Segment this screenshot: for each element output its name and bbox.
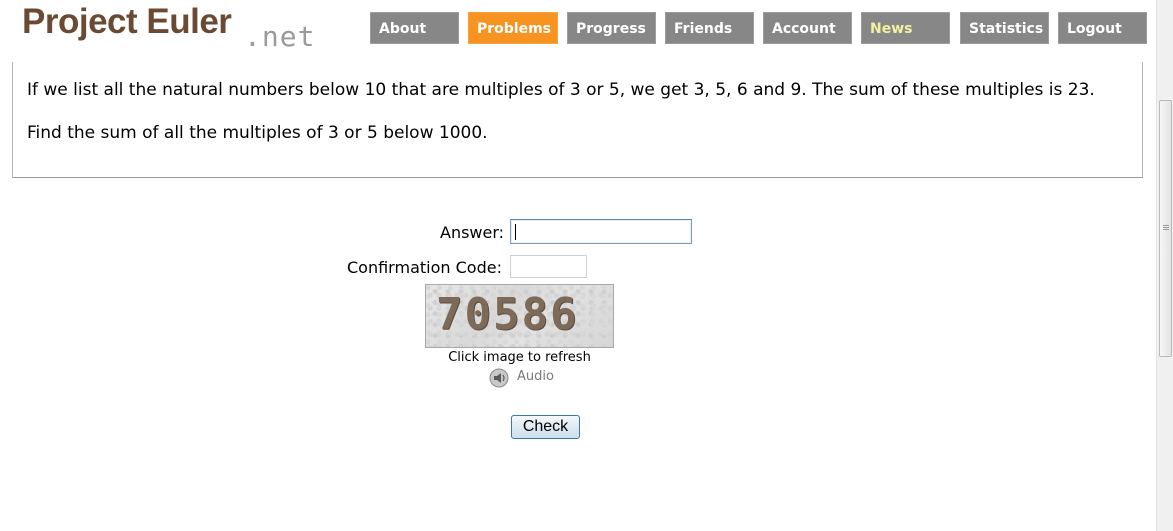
text-caret	[515, 224, 516, 240]
confirmation-code-label: Confirmation Code:	[347, 258, 502, 277]
check-button[interactable]: Check	[511, 415, 580, 439]
nav-problems[interactable]: Problems	[468, 12, 558, 44]
speaker-icon[interactable]	[488, 367, 510, 389]
vertical-scrollbar[interactable]	[1156, 0, 1173, 531]
answer-input[interactable]	[510, 219, 692, 244]
answer-label: Answer:	[440, 223, 505, 242]
nav-statistics[interactable]: Statistics	[960, 12, 1049, 44]
refresh-hint: Click image to refresh	[448, 350, 591, 365]
scrollbar-thumb[interactable]	[1159, 100, 1172, 357]
problem-content: If we list all the natural numbers below…	[12, 62, 1143, 178]
nav-news[interactable]: News	[861, 12, 950, 44]
nav-friends[interactable]: Friends	[665, 12, 754, 44]
captcha-image[interactable]: 70586	[425, 284, 614, 348]
audio-link[interactable]: Audio	[517, 369, 554, 384]
problem-paragraph-1: If we list all the natural numbers below…	[27, 80, 1095, 100]
logo-main-text: Project Euler	[22, 2, 232, 41]
problem-paragraph-2: Find the sum of all the multiples of 3 o…	[27, 123, 488, 143]
logo-sub-text: .net	[244, 20, 316, 53]
captcha-text: 70586	[436, 289, 579, 340]
nav-account[interactable]: Account	[763, 12, 852, 44]
nav-logout[interactable]: Logout	[1058, 12, 1147, 44]
site-logo[interactable]: Project Euler .net	[22, 0, 332, 53]
nav-progress[interactable]: Progress	[567, 12, 656, 44]
confirmation-code-input[interactable]	[510, 255, 587, 278]
nav-about[interactable]: About	[370, 12, 459, 44]
